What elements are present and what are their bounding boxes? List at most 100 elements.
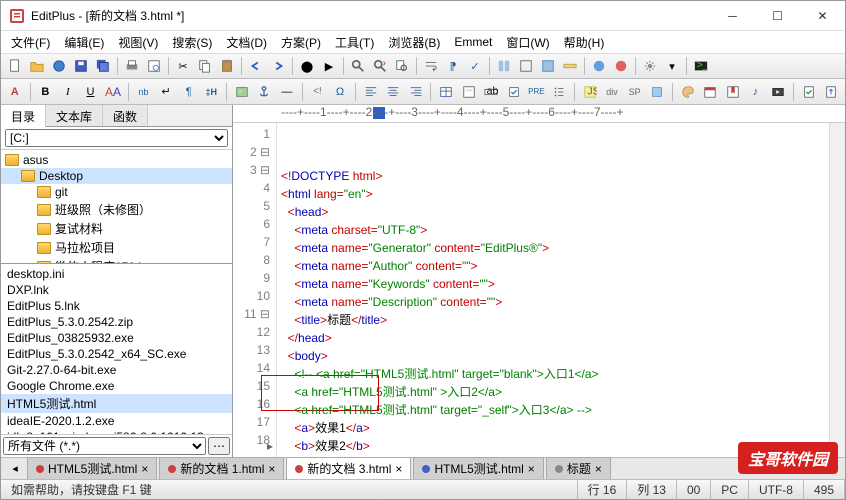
validate-icon[interactable] (799, 82, 819, 102)
image-icon[interactable] (232, 82, 252, 102)
document-tab[interactable]: HTML5测试.html× (413, 457, 543, 480)
file-item[interactable]: Git-2.27.0-64-bit.exe (1, 362, 232, 378)
tree-node[interactable]: 班级照（未修图） (1, 200, 232, 219)
menu-item[interactable]: 方案(P) (275, 32, 327, 53)
char-icon[interactable]: Ω (330, 82, 350, 102)
paste-icon[interactable] (217, 56, 237, 76)
ruler-icon[interactable] (560, 56, 580, 76)
save-icon[interactable] (71, 56, 91, 76)
document-tab[interactable]: 新的文档 1.html× (159, 457, 284, 480)
file-filter-select[interactable]: 所有文件 (*.*) (3, 437, 206, 455)
object-icon[interactable] (647, 82, 667, 102)
italic-icon[interactable]: I (58, 82, 78, 102)
heading-icon[interactable]: ‡H (201, 82, 221, 102)
sidebar-tab[interactable]: 目录 (1, 105, 46, 127)
file-item[interactable]: HTML5测试.html (1, 394, 232, 413)
tabs-prev-icon[interactable]: ◂ (5, 459, 25, 479)
file-list[interactable]: desktop.iniDXP.lnkEditPlus 5.lnkEditPlus… (1, 264, 232, 434)
textarea-icon[interactable]: PRE (527, 82, 547, 102)
new-file-icon[interactable] (5, 56, 25, 76)
undo-icon[interactable] (246, 56, 266, 76)
hr-icon[interactable]: — (277, 82, 297, 102)
spell-icon[interactable]: ✓ (465, 56, 485, 76)
sidebar-tab[interactable]: 文本库 (46, 105, 103, 126)
underline-icon[interactable]: U (81, 82, 101, 102)
tab-close-icon[interactable]: × (595, 462, 602, 476)
close-button[interactable]: ✕ (800, 1, 845, 30)
settings-icon[interactable] (640, 56, 660, 76)
print-icon[interactable] (122, 56, 142, 76)
save-all-icon[interactable] (93, 56, 113, 76)
tree-node[interactable]: Desktop (1, 168, 232, 184)
code-line[interactable]: <meta charset="UTF-8"> (281, 221, 825, 239)
print-preview-icon[interactable] (144, 56, 164, 76)
menu-item[interactable]: 工具(T) (329, 32, 380, 53)
date-icon[interactable] (701, 82, 721, 102)
font-icon[interactable]: AA (103, 82, 123, 102)
find-in-files-icon[interactable] (392, 56, 412, 76)
bookmark-icon[interactable] (723, 82, 743, 102)
span-icon[interactable]: SP (625, 82, 645, 102)
paragraph-icon[interactable]: ¶ (179, 82, 199, 102)
input-text-icon[interactable]: ab (482, 82, 502, 102)
minimize-button[interactable]: ─ (710, 1, 755, 30)
replace-icon[interactable] (370, 56, 390, 76)
code-line[interactable]: <meta name="Description" content=""> (281, 293, 825, 311)
menu-item[interactable]: 帮助(H) (558, 32, 611, 53)
menu-item[interactable]: Emmet (448, 33, 498, 51)
palette-icon[interactable] (678, 82, 698, 102)
file-item[interactable]: Google Chrome.exe (1, 378, 232, 394)
script-icon[interactable]: JS (580, 82, 600, 102)
code-line[interactable]: <html lang="en"> (281, 185, 825, 203)
maximize-button[interactable]: ☐ (755, 1, 800, 30)
browser-icon[interactable] (49, 56, 69, 76)
tab-close-icon[interactable]: × (268, 462, 275, 476)
form-icon[interactable] (459, 82, 479, 102)
vertical-scrollbar[interactable] (829, 123, 845, 457)
upload-icon[interactable] (821, 82, 841, 102)
open-icon[interactable] (27, 56, 47, 76)
menu-item[interactable]: 编辑(E) (58, 32, 110, 53)
code-line[interactable]: <meta name="Generator" content="EditPlus… (281, 239, 825, 257)
list-icon[interactable] (549, 82, 569, 102)
hex-icon[interactable] (538, 56, 558, 76)
terminal-icon[interactable]: >_ (691, 56, 711, 76)
bold-icon[interactable]: B (36, 82, 56, 102)
comment-icon[interactable]: <! (308, 82, 328, 102)
nbsp-icon[interactable]: nb (134, 82, 154, 102)
wordwrap-icon[interactable] (421, 56, 441, 76)
code-line[interactable]: </head> (281, 329, 825, 347)
tree-node[interactable]: asus (1, 152, 232, 168)
find-icon[interactable] (348, 56, 368, 76)
code-line[interactable]: <meta name="Author" content=""> (281, 257, 825, 275)
code-line[interactable]: <body> (281, 347, 825, 365)
browser1-icon[interactable] (589, 56, 609, 76)
menu-item[interactable]: 浏览器(B) (382, 32, 446, 53)
code-editor[interactable]: 12 ⊟3 ⊟4567891011 ⊟12131415161718 <!DOCT… (233, 123, 845, 457)
filter-options-button[interactable]: ⋯ (208, 437, 230, 455)
document-tab[interactable]: 标题× (546, 457, 611, 480)
play-macro-icon[interactable]: ▶ (319, 56, 339, 76)
drive-select[interactable]: [C:] (5, 129, 228, 147)
code-line[interactable]: <title>标题</title> (281, 311, 825, 329)
checkbox-icon[interactable] (504, 82, 524, 102)
break-icon[interactable]: ↵ (156, 82, 176, 102)
code-line[interactable]: <a href="HTML5测试.html" >入口2</a> (281, 383, 825, 401)
tree-node[interactable]: git (1, 184, 232, 200)
tree-node[interactable]: 马拉松项目 (1, 238, 232, 257)
browser2-icon[interactable] (611, 56, 631, 76)
code-line[interactable]: <a href="HTML5测试.html" target="_self">入口… (281, 401, 825, 419)
column-icon[interactable] (494, 56, 514, 76)
font-color-icon[interactable]: A (5, 82, 25, 102)
tree-node[interactable]: 复试材料 (1, 219, 232, 238)
menu-item[interactable]: 搜索(S) (166, 32, 218, 53)
audio-icon[interactable]: ♪ (746, 82, 766, 102)
div-icon[interactable]: div (602, 82, 622, 102)
menu-item[interactable]: 文档(D) (220, 32, 273, 53)
menu-item[interactable]: 文件(F) (5, 32, 56, 53)
linenumber-icon[interactable]: ⁋ (443, 56, 463, 76)
menu-item[interactable]: 视图(V) (112, 32, 164, 53)
fullscreen-icon[interactable] (516, 56, 536, 76)
file-item[interactable]: DXP.lnk (1, 282, 232, 298)
align-right-icon[interactable] (406, 82, 426, 102)
